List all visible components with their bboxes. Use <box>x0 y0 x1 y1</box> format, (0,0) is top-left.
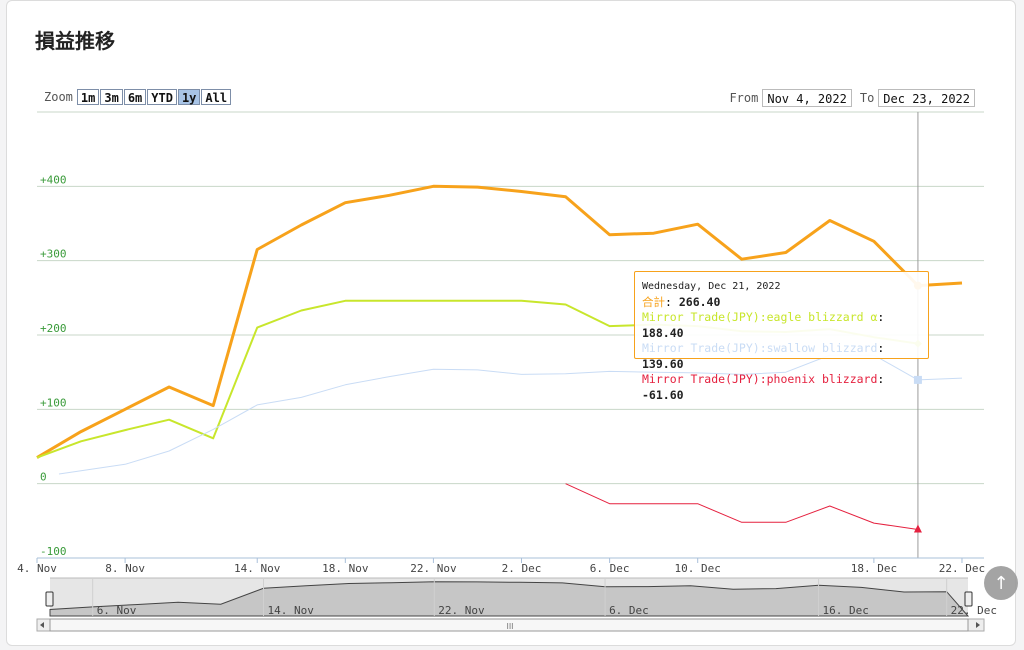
navigator-tick-label: 16. Dec <box>823 604 869 617</box>
x-tick-label: 4. Nov <box>17 562 57 575</box>
x-tick-label: 22. Dec <box>939 562 985 575</box>
navigator-tick-label: 22. Dec <box>951 604 997 617</box>
x-tick-label: 10. Dec <box>675 562 721 575</box>
y-axis-labels: +400 +300 +200 +100 0 -100 <box>40 173 67 558</box>
tooltip-row-swallow: Mirror Trade(JPY):swallow blizzard: 139.… <box>642 341 885 371</box>
y-tick-label: +200 <box>40 322 67 335</box>
y-tick-label: +100 <box>40 396 67 409</box>
x-tick-label: 18. Dec <box>851 562 897 575</box>
navigator-tick-label: 22. Nov <box>438 604 485 617</box>
marker-phoenix <box>913 524 922 533</box>
x-tick-label: 8. Nov <box>105 562 145 575</box>
navigator-tick-label: 14. Nov <box>267 604 314 617</box>
series-line-phoenix <box>565 483 918 530</box>
navigator-left-handle <box>45 591 54 607</box>
y-tick-label: 0 <box>40 471 47 484</box>
x-tick-label: 18. Nov <box>322 562 369 575</box>
tooltip: Wednesday, Dec 21, 2022 合計: 266.40 Mirro… <box>634 271 929 402</box>
y-tick-label: +400 <box>40 173 67 186</box>
tooltip-row-phoenix: Mirror Trade(JPY):phoenix blizzard: -61.… <box>642 372 885 402</box>
tooltip-row-total: 合計: 266.40 <box>642 294 721 309</box>
x-axis: 4. Nov 8. Nov 14. Nov 18. Nov 22. Nov 2. Dec 6… <box>17 557 985 575</box>
y-tick-label: +300 <box>40 248 67 261</box>
x-tick-label: 6. Dec <box>590 562 630 575</box>
arrow-up-icon: ↑ <box>993 572 1009 594</box>
scroll-to-top-button[interactable]: ↑ <box>984 566 1018 600</box>
tooltip-date: Wednesday, Dec 21, 2022 <box>642 281 781 292</box>
x-tick-label: 22. Nov <box>410 562 457 575</box>
x-tick-label: 14. Nov <box>234 562 281 575</box>
tooltip-row-eagle: Mirror Trade(JPY):eagle blizzard α: 188.… <box>642 310 885 340</box>
scrollbar-grip: III <box>506 622 513 631</box>
y-tick-label: -100 <box>40 545 67 558</box>
navigator-tick-label: 6. Nov <box>97 604 137 617</box>
navigator-tick-label: 6. Dec <box>609 604 649 617</box>
x-tick-label: 2. Dec <box>502 562 542 575</box>
navigator[interactable]: 6. Nov 14. Nov 22. Nov 6. Dec 16. Dec 22. Dec… <box>36 577 997 632</box>
